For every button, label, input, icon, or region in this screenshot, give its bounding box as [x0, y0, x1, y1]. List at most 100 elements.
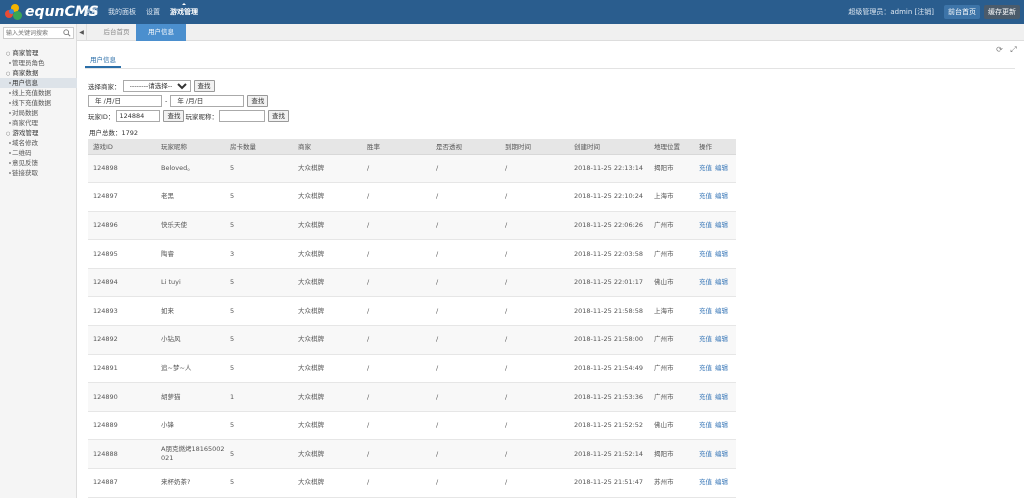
- cell-create-time: 2018-11-25 21:54:49: [569, 354, 649, 384]
- cell-game-id: 124897: [88, 182, 156, 212]
- recharge-link[interactable]: 充值: [699, 478, 712, 486]
- col-location[interactable]: 地理位置: [649, 139, 694, 155]
- recharge-link[interactable]: 充值: [699, 164, 712, 172]
- tab-bar: ◀ 后台首页 用户信息×: [77, 24, 1024, 53]
- table-row[interactable]: 124887 来杯奶茶? 5 大众棋牌 / //2018-11-25 21:51:47 苏州…: [88, 468, 736, 498]
- col-create-time[interactable]: 创建时间: [569, 139, 649, 155]
- player-name-search-button[interactable]: 查找: [267, 110, 289, 122]
- cell-merchant: 大众棋牌: [293, 354, 362, 384]
- col-room-cards[interactable]: 房卡数量: [225, 139, 293, 155]
- menu-item-admin-role[interactable]: 管理员角色: [0, 58, 77, 68]
- edit-link[interactable]: 编辑: [715, 393, 728, 401]
- table-row[interactable]: 124888 A朋克燃烤18165002021 5 大众棋牌 / //2018-11-25…: [88, 439, 736, 470]
- menu-item-offline-recharge[interactable]: 线下充值数据: [0, 98, 77, 108]
- recharge-link[interactable]: 充值: [699, 250, 712, 258]
- cell-location: 上海市: [649, 182, 694, 212]
- topnav-game-management[interactable]: 游戏管理: [170, 3, 198, 17]
- recharge-link[interactable]: 充值: [699, 364, 712, 372]
- menu-item-get-link[interactable]: 链接获取: [0, 168, 77, 178]
- cache-update-button[interactable]: 缓存更新: [984, 5, 1020, 19]
- menu-item-qrcode[interactable]: 二维码: [0, 148, 77, 158]
- fullscreen-icon[interactable]: ⤢: [1009, 45, 1018, 54]
- menu-group-merchant-data[interactable]: 商家数据: [0, 68, 77, 78]
- recharge-link[interactable]: 充值: [699, 221, 712, 229]
- cell-xray: /: [431, 239, 500, 269]
- topnav-common[interactable]: 常用: [84, 7, 98, 17]
- col-game-id[interactable]: 游戏ID: [88, 139, 156, 155]
- recharge-link[interactable]: 充值: [699, 421, 712, 429]
- end-date-input[interactable]: 年 /月/日: [170, 95, 245, 107]
- topnav-my-panel[interactable]: 我的面板: [108, 7, 136, 17]
- menu-item-domain-edit[interactable]: 域名修改: [0, 138, 77, 148]
- edit-link[interactable]: 编辑: [715, 307, 728, 315]
- menu-item-online-recharge[interactable]: 线上充值数据: [0, 88, 77, 98]
- edit-link[interactable]: 编辑: [715, 221, 728, 229]
- start-date-input[interactable]: 年 /月/日: [88, 95, 162, 107]
- edit-link[interactable]: 编辑: [715, 364, 728, 372]
- table-row[interactable]: 124890 胡萝猫 1 大众棋牌 / //2018-11-25 21:53:36 广州市充…: [88, 382, 736, 412]
- edit-link[interactable]: 编辑: [715, 250, 728, 258]
- menu-item-match-data[interactable]: 对局数据: [0, 108, 77, 118]
- menu-group-game-management[interactable]: 游戏管理: [0, 128, 77, 138]
- menu-item-user-info[interactable]: 用户信息: [0, 78, 77, 88]
- edit-link[interactable]: 编辑: [715, 192, 728, 200]
- player-name-input[interactable]: [218, 110, 265, 122]
- edit-link[interactable]: 编辑: [715, 278, 728, 286]
- cell-game-id: 124887: [88, 468, 156, 498]
- edit-link[interactable]: 编辑: [715, 478, 728, 486]
- topnav-settings[interactable]: 设置: [146, 7, 160, 17]
- edit-link[interactable]: 编辑: [715, 450, 728, 458]
- table-row[interactable]: 124891 追~梦~人 5 大众棋牌 / //2018-11-25 21:54:49 广州…: [88, 354, 736, 384]
- admin-info[interactable]: 超级管理员：admin [注销]: [848, 7, 934, 17]
- merchant-search-button[interactable]: 查找: [193, 80, 215, 92]
- table-row[interactable]: 124893 如来 5 大众棋牌 / //2018-11-25 21:58:58 上海市 充值…: [88, 296, 736, 327]
- recharge-link[interactable]: 充值: [699, 307, 712, 315]
- col-merchant[interactable]: 商家: [293, 139, 362, 155]
- cell-merchant: 大众棋牌: [293, 468, 362, 498]
- table-row[interactable]: 124898 Beloved。 5 大众棋牌 / //2018-11-25 22:13:1…: [88, 154, 736, 184]
- table-row[interactable]: 124889 小锋 5 大众棋牌 / //2018-11-25 21:52:52 佛山市 充值…: [88, 411, 736, 441]
- subtab-user-info[interactable]: 用户信息: [85, 54, 121, 68]
- recharge-link[interactable]: 充值: [699, 335, 712, 343]
- recharge-link[interactable]: 充值: [699, 393, 712, 401]
- table-row[interactable]: 124896 快乐天使 5 大众棋牌 / //2018-11-25 22:06:26 广州市…: [88, 211, 736, 241]
- cell-room-cards: 3: [225, 239, 293, 269]
- player-id-search-button[interactable]: 查找: [163, 110, 185, 122]
- cell-player-name: 老黑: [156, 182, 225, 212]
- merchant-select[interactable]: --------请选择--------: [122, 80, 191, 92]
- menu-item-feedback[interactable]: 意见反馈: [0, 158, 77, 168]
- table-row[interactable]: 124892 小钻风 5 大众棋牌 / //2018-11-25 21:58:00 广州市充…: [88, 325, 736, 355]
- cell-location: 上海市: [649, 296, 694, 327]
- search-icon[interactable]: [63, 29, 71, 37]
- date-search-button[interactable]: 查找: [247, 95, 269, 107]
- edit-link[interactable]: 编辑: [715, 421, 728, 429]
- menu-group-merchant-management[interactable]: 商家管理: [0, 48, 77, 58]
- cell-actions: 充值 编辑: [694, 354, 736, 384]
- col-xray[interactable]: 是否透视: [431, 139, 500, 155]
- edit-link[interactable]: 编辑: [715, 164, 728, 172]
- cell-win-rate: /: [362, 354, 431, 384]
- tab-scroll-left-icon[interactable]: ◀: [77, 24, 87, 41]
- frontend-home-button[interactable]: 前台首页: [944, 5, 980, 19]
- table-row[interactable]: 124894 Li tuyi 5 大众棋牌 / //2018-11-25 22:01:17…: [88, 268, 736, 298]
- table-row[interactable]: 124895 陶睿 3 大众棋牌 / //2018-11-25 22:03:58 广州市 充值…: [88, 239, 736, 269]
- cell-location: 佛山市: [649, 268, 694, 298]
- cell-actions: 充值 编辑: [694, 325, 736, 355]
- cell-actions: 充值 编辑: [694, 182, 736, 212]
- refresh-icon[interactable]: ⟳: [995, 45, 1004, 54]
- col-expire-time[interactable]: 到期时间: [500, 139, 569, 155]
- edit-link[interactable]: 编辑: [715, 335, 728, 343]
- player-id-input[interactable]: [116, 110, 161, 122]
- recharge-link[interactable]: 充值: [699, 192, 712, 200]
- cell-win-rate: /: [362, 411, 431, 441]
- col-player-name[interactable]: 玩家昵称: [156, 139, 225, 155]
- sidebar-search-input[interactable]: [4, 28, 62, 38]
- cell-player-name: 来杯奶茶?: [156, 468, 225, 498]
- recharge-link[interactable]: 充值: [699, 450, 712, 458]
- recharge-link[interactable]: 充值: [699, 278, 712, 286]
- col-win-rate[interactable]: 胜率: [362, 139, 431, 155]
- tab-user-info[interactable]: 用户信息×: [136, 24, 186, 53]
- cell-location: 广州市: [649, 382, 694, 412]
- menu-item-merchant-agent[interactable]: 商家代理: [0, 118, 77, 128]
- table-row[interactable]: 124897 老黑 5 大众棋牌 / //2018-11-25 22:10:24 上海市 充值…: [88, 182, 736, 212]
